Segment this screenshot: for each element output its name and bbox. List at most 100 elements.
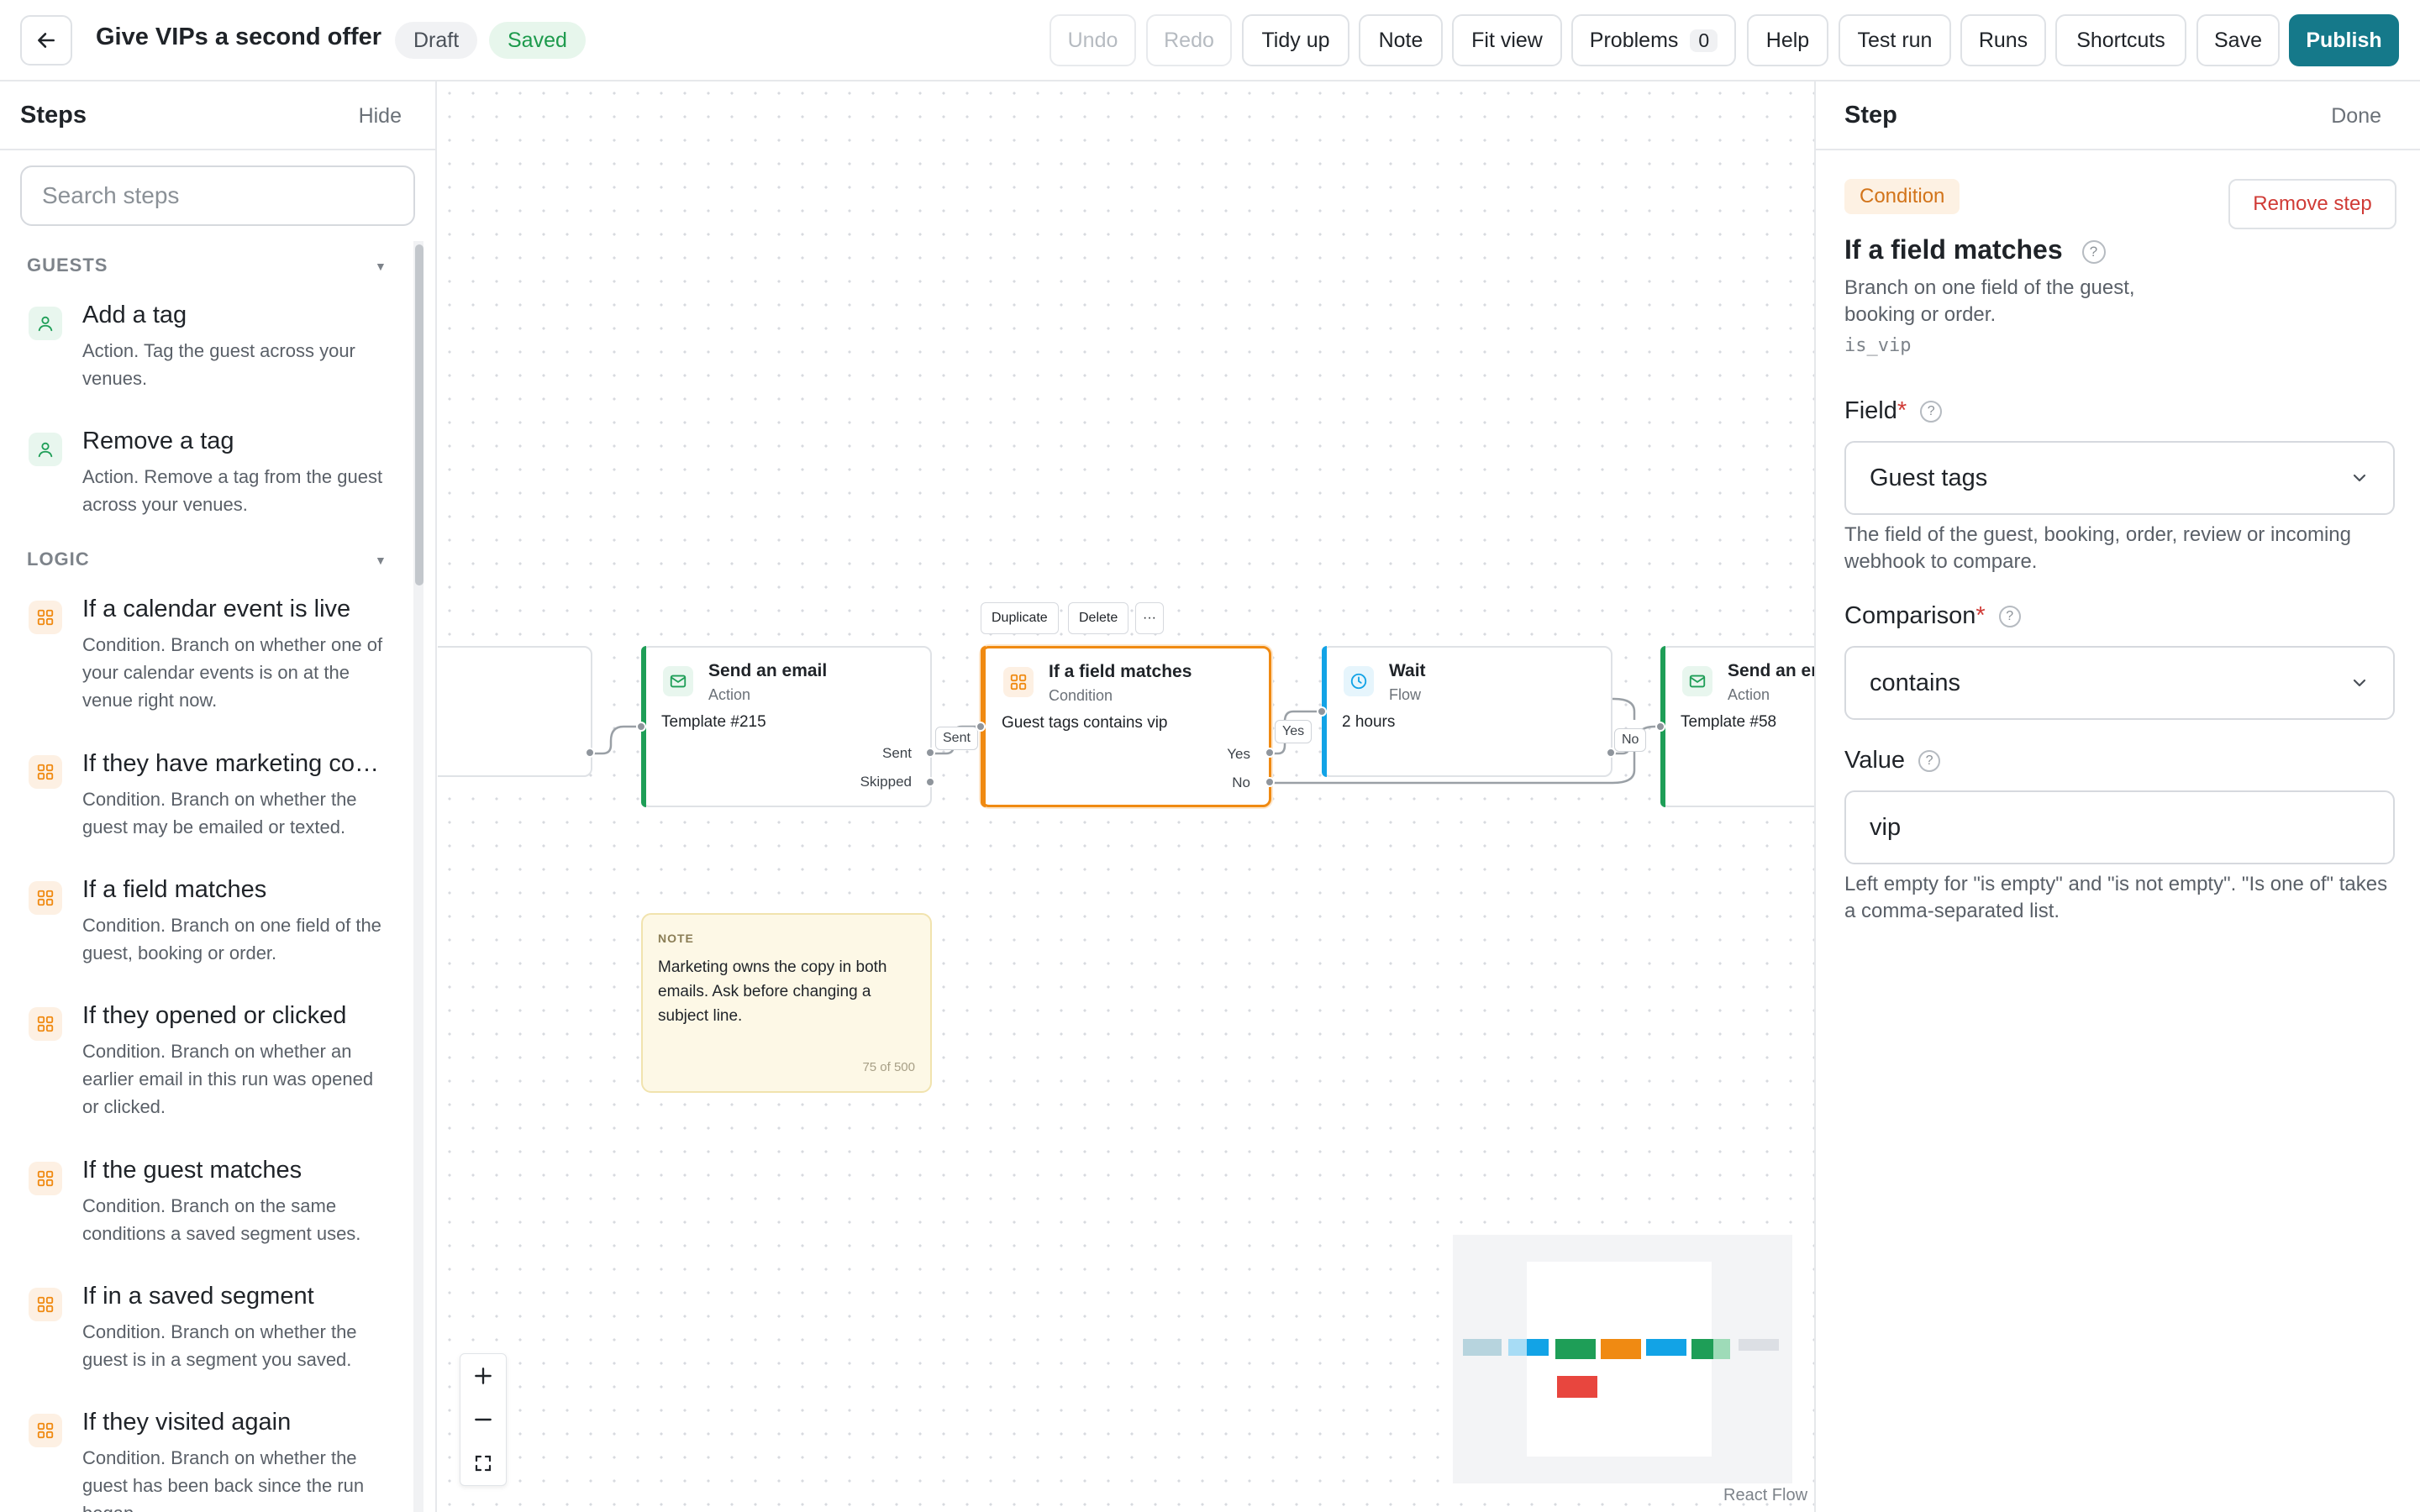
- note-button[interactable]: Note: [1359, 14, 1443, 66]
- search-steps-input[interactable]: [20, 165, 415, 226]
- minimap-node: [1713, 1339, 1730, 1359]
- grid-icon: [29, 1288, 62, 1321]
- runs-button[interactable]: Runs: [1960, 14, 2046, 66]
- value-label: Value ?: [1844, 747, 1941, 774]
- shortcuts-button[interactable]: Shortcuts: [2055, 14, 2186, 66]
- workflow-title[interactable]: Give VIPs a second offer: [96, 24, 381, 51]
- problems-count: 0: [1690, 29, 1718, 52]
- required-marker: *: [1975, 602, 1986, 629]
- group-header-logic[interactable]: LOGIC: [27, 549, 90, 570]
- minimap-node: [1555, 1339, 1596, 1359]
- minimap-viewport[interactable]: [1527, 1262, 1712, 1457]
- value-input[interactable]: [1844, 790, 2395, 864]
- minimap[interactable]: [1453, 1235, 1792, 1483]
- step-item-remove-tag[interactable]: Remove a tag Action. Remove a tag from t…: [18, 428, 397, 528]
- step-kind-badge: Condition: [1844, 179, 1960, 214]
- step-name-heading: If a field matches ?: [1844, 234, 2106, 265]
- tidy-up-button[interactable]: Tidy up: [1242, 14, 1349, 66]
- zoom-out-button[interactable]: [460, 1398, 506, 1441]
- help-icon[interactable]: ?: [2081, 239, 2106, 264]
- email2-in-port[interactable]: [1655, 722, 1665, 732]
- hide-sidebar-button[interactable]: Hide: [359, 104, 402, 129]
- caret-down-icon[interactable]: ▼: [375, 260, 387, 273]
- group-header-guests[interactable]: GUESTS: [27, 255, 108, 276]
- help-icon[interactable]: ?: [1920, 401, 1943, 423]
- minimap-node: [1646, 1339, 1686, 1356]
- step-item-guest-matches[interactable]: If the guest matches Condition. Branch o…: [18, 1157, 397, 1257]
- email1-sent-port[interactable]: [925, 748, 935, 758]
- node-kind: Action: [708, 686, 751, 703]
- field-select[interactable]: Guest tags: [1844, 441, 2395, 515]
- step-item-desc: Condition. Branch on whether the guest i…: [82, 1321, 357, 1370]
- step-item-field-matches[interactable]: If a field matches Condition. Branch on …: [18, 876, 397, 977]
- edge-label-yes[interactable]: Yes: [1275, 720, 1313, 743]
- react-flow-attribution[interactable]: React Flow: [1723, 1486, 1807, 1505]
- grid-icon: [29, 755, 62, 789]
- step-item-title: If they opened or clicked: [82, 1002, 347, 1029]
- edge-label-no[interactable]: No: [1614, 728, 1647, 752]
- duplicate-node-button[interactable]: Duplicate: [981, 602, 1059, 634]
- fit-view-button[interactable]: Fit view: [1452, 14, 1562, 66]
- node-title: Send an email: [1728, 661, 1814, 680]
- save-button[interactable]: Save: [2196, 14, 2280, 66]
- previous-node[interactable]: [438, 646, 592, 777]
- back-button[interactable]: [20, 15, 72, 66]
- step-item-calendar-event[interactable]: If a calendar event is live Condition. B…: [18, 596, 397, 722]
- done-button[interactable]: Done: [2331, 104, 2381, 129]
- top-bar: Give VIPs a second offer Draft Saved Und…: [0, 0, 2420, 81]
- node-send-email-1[interactable]: Send an email Action Template #215 Sent …: [641, 646, 932, 807]
- comparison-select[interactable]: contains: [1844, 646, 2395, 720]
- condition-in-port[interactable]: [976, 722, 986, 732]
- step-item-marketing-consent[interactable]: If they have marketing co… Condition. Br…: [18, 750, 397, 851]
- step-description: Branch on one field of the guest, bookin…: [1844, 276, 2135, 326]
- edge-label-sent[interactable]: Sent: [935, 727, 978, 750]
- flow-canvas[interactable]: Send an email Action Template #215 Sent …: [438, 81, 1814, 1512]
- node-wait[interactable]: Wait Flow 2 hours: [1322, 646, 1612, 777]
- grid-icon: [1003, 667, 1034, 697]
- undo-button[interactable]: Undo: [1050, 14, 1136, 66]
- step-item-saved-segment[interactable]: If in a saved segment Condition. Branch …: [18, 1283, 397, 1383]
- email1-in-port[interactable]: [636, 722, 646, 732]
- help-icon[interactable]: ?: [1918, 750, 1941, 773]
- value-label-text: Value: [1844, 747, 1906, 774]
- step-item-visited-again[interactable]: If they visited again Condition. Branch …: [18, 1409, 397, 1512]
- problems-button[interactable]: Problems 0: [1571, 14, 1736, 66]
- panel-title: Step: [1844, 102, 1897, 129]
- zoom-in-button[interactable]: [460, 1354, 506, 1398]
- step-item-desc: Condition. Branch on whether the guest m…: [82, 789, 357, 837]
- node-send-email-2[interactable]: Send an email Action Template #58: [1660, 646, 1814, 807]
- test-run-button[interactable]: Test run: [1839, 14, 1951, 66]
- sidebar-title: Steps: [20, 102, 87, 129]
- publish-button[interactable]: Publish: [2289, 14, 2399, 66]
- minimap-node: [1691, 1339, 1713, 1359]
- step-item-title: Remove a tag: [82, 428, 234, 454]
- arrow-left-icon: [38, 33, 55, 48]
- note-char-count: 75 of 500: [862, 1060, 915, 1074]
- step-item-add-tag[interactable]: Add a tag Action. Tag the guest across y…: [18, 302, 397, 402]
- node-kind: Action: [1728, 686, 1770, 703]
- wait-in-port[interactable]: [1317, 706, 1327, 717]
- clock-icon: [1344, 666, 1374, 696]
- email1-skipped-port[interactable]: [925, 777, 935, 787]
- port-label-no: No: [1232, 774, 1250, 790]
- sidebar-scrollbar-thumb[interactable]: [415, 244, 424, 585]
- step-item-opened-clicked[interactable]: If they opened or clicked Condition. Bra…: [18, 1002, 397, 1128]
- condition-yes-port[interactable]: [1265, 748, 1275, 758]
- note-card[interactable]: NOTE Marketing owns the copy in both ema…: [641, 913, 932, 1093]
- note-text[interactable]: Marketing owns the copy in both emails. …: [658, 955, 920, 1028]
- previous-node-out-port[interactable]: [585, 748, 595, 758]
- saved-badge: Saved: [489, 22, 586, 59]
- caret-down-icon[interactable]: ▼: [375, 554, 387, 567]
- chevron-down-icon: [2353, 679, 2366, 687]
- fit-view-control[interactable]: [460, 1441, 506, 1485]
- delete-node-button[interactable]: Delete: [1068, 602, 1129, 634]
- redo-button[interactable]: Redo: [1146, 14, 1232, 66]
- more-options-button[interactable]: ···: [1135, 602, 1164, 634]
- field-label-text: Field: [1844, 397, 1897, 424]
- help-button[interactable]: Help: [1747, 14, 1828, 66]
- step-item-desc: Condition. Branch on whether the guest h…: [82, 1447, 365, 1512]
- condition-no-port[interactable]: [1265, 777, 1275, 787]
- help-icon[interactable]: ?: [1998, 606, 2021, 628]
- remove-step-button[interactable]: Remove step: [2228, 179, 2396, 229]
- node-if-field-matches[interactable]: If a field matches Condition Guest tags …: [981, 646, 1271, 807]
